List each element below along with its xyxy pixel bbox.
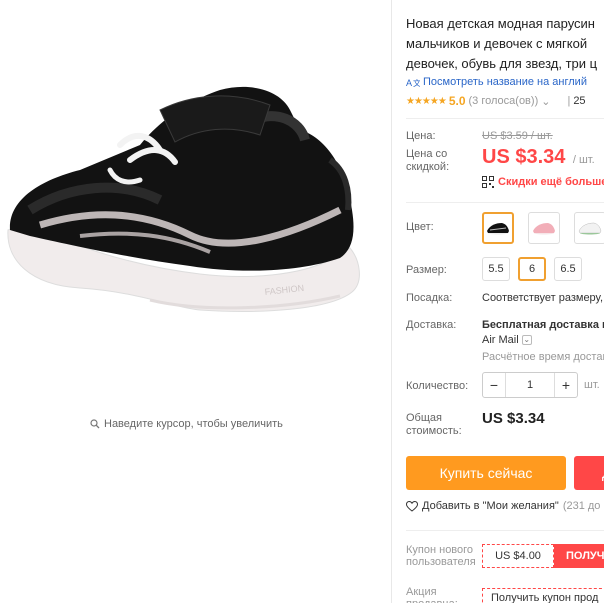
size-options: 5.5 6 6.5 xyxy=(482,257,582,281)
orders-count: 25 xyxy=(573,95,586,107)
discount-price-value: US $3.34 xyxy=(482,146,566,168)
discount-price: US $3.34 / шт. xyxy=(482,146,595,169)
size-option[interactable]: 6.5 xyxy=(554,257,582,281)
translate-icon: A 文 xyxy=(406,78,420,88)
product-info-panel: Новая детская модная парусин мальчиков и… xyxy=(406,0,604,603)
pink-shoe-thumbnail xyxy=(533,223,555,235)
product-gallery: FASHION Наведите курсор, чтобы увеличить xyxy=(0,0,392,603)
heart-icon xyxy=(406,500,418,512)
color-option-pink[interactable] xyxy=(528,212,560,244)
new-user-coupon-label: Купон нового пользователя xyxy=(406,544,476,568)
shipping-label: Доставка: xyxy=(406,319,457,331)
seller-promo-label: Акция продавца: xyxy=(406,586,458,603)
quantity-decrease-button[interactable]: − xyxy=(483,373,505,397)
size-label: Размер: xyxy=(406,264,447,276)
magnifier-icon xyxy=(90,419,100,429)
free-shipping-text: Бесплатная доставка в xyxy=(482,319,604,331)
shipping-method-select[interactable]: Air Mail ⌄ xyxy=(482,334,532,346)
svg-text:A: A xyxy=(406,78,412,88)
fit-label: Посадка: xyxy=(406,292,453,304)
shoe-image: FASHION xyxy=(7,86,360,312)
chevron-down-icon: ⌄ xyxy=(521,335,532,345)
coupon-amount: US $4.00 xyxy=(482,544,554,568)
chevron-down-icon[interactable]: ⌄ xyxy=(541,95,550,108)
quantity-increase-button[interactable]: + xyxy=(555,373,577,397)
title-line: мальчиков и девочек с мягкой xyxy=(406,36,588,51)
shipping-method-value: Air Mail xyxy=(482,334,519,346)
title-line: девочек, обувь для звезд, три ц xyxy=(406,56,598,71)
see-translation-text: Посмотреть название на англий xyxy=(423,76,587,88)
fit-value: Соответствует размеру, xyxy=(482,292,604,304)
divider xyxy=(406,202,604,203)
total-label: Общая стоимость: xyxy=(406,412,462,437)
total-price: US $3.34 xyxy=(482,410,545,427)
color-option-black[interactable] xyxy=(482,212,514,244)
price-unit: / шт. xyxy=(572,154,595,166)
color-option-white[interactable] xyxy=(574,212,604,244)
zoom-hint-text: Наведите курсор, чтобы увеличить xyxy=(104,418,283,430)
black-shoe-thumbnail xyxy=(487,223,509,235)
quantity-stepper: − 1 + шт. xyxy=(482,372,600,398)
separator: | xyxy=(567,95,571,107)
wishlist-count: (231 до xyxy=(562,500,601,512)
buy-now-button[interactable]: Купить сейчас xyxy=(406,456,566,490)
rating-value: 5.0 xyxy=(448,94,466,108)
app-discount-link[interactable]: Скидки ещё больше xyxy=(482,176,604,188)
divider xyxy=(406,118,604,119)
product-title: Новая детская модная парусин мальчиков и… xyxy=(406,14,604,74)
title-line: Новая детская модная парусин xyxy=(406,16,595,31)
price-label: Цена: xyxy=(406,130,436,142)
rating-row: ★★★★★ 5.0 (3 голоса(ов)) ⌄ | 25 xyxy=(406,94,586,108)
star-rating-icon: ★★★★★ xyxy=(406,95,447,107)
size-option[interactable]: 5.5 xyxy=(482,257,510,281)
original-price: US $3.59 / шт. xyxy=(482,130,553,142)
get-coupon-button[interactable]: ПОЛУЧЕ xyxy=(554,544,604,568)
size-option-selected[interactable]: 6 xyxy=(518,257,546,281)
quantity-label: Количество: xyxy=(406,380,469,392)
svg-text:文: 文 xyxy=(413,78,420,88)
new-user-coupon: US $4.00 ПОЛУЧЕ xyxy=(482,544,604,568)
color-label: Цвет: xyxy=(406,221,434,233)
add-to-cart-button[interactable]: Д xyxy=(574,456,604,490)
panel-divider xyxy=(391,0,392,603)
color-options xyxy=(482,212,604,244)
see-translation-link[interactable]: A 文 Посмотреть название на англий xyxy=(406,76,587,88)
wishlist-text: Добавить в "Мои желания" xyxy=(422,500,559,512)
product-main-image[interactable]: FASHION xyxy=(0,60,380,360)
app-discount-text: Скидки ещё больше xyxy=(498,176,604,188)
qr-code-icon xyxy=(482,176,494,188)
seller-coupon-button[interactable]: Получить купон прод xyxy=(482,588,604,603)
add-to-wishlist-link[interactable]: Добавить в "Мои желания" (231 до xyxy=(406,500,600,512)
votes-link[interactable]: (3 голоса(ов)) xyxy=(469,95,539,107)
quantity-input[interactable]: 1 xyxy=(505,373,555,397)
white-shoe-thumbnail xyxy=(578,222,602,235)
quantity-control: − 1 + xyxy=(482,372,578,398)
divider xyxy=(406,530,604,531)
quantity-unit: шт. xyxy=(584,379,600,391)
discount-price-label: Цена со скидкой: xyxy=(406,148,450,173)
zoom-hint: Наведите курсор, чтобы увеличить xyxy=(90,418,283,430)
delivery-estimate: Расчётное время доставк xyxy=(482,351,604,363)
